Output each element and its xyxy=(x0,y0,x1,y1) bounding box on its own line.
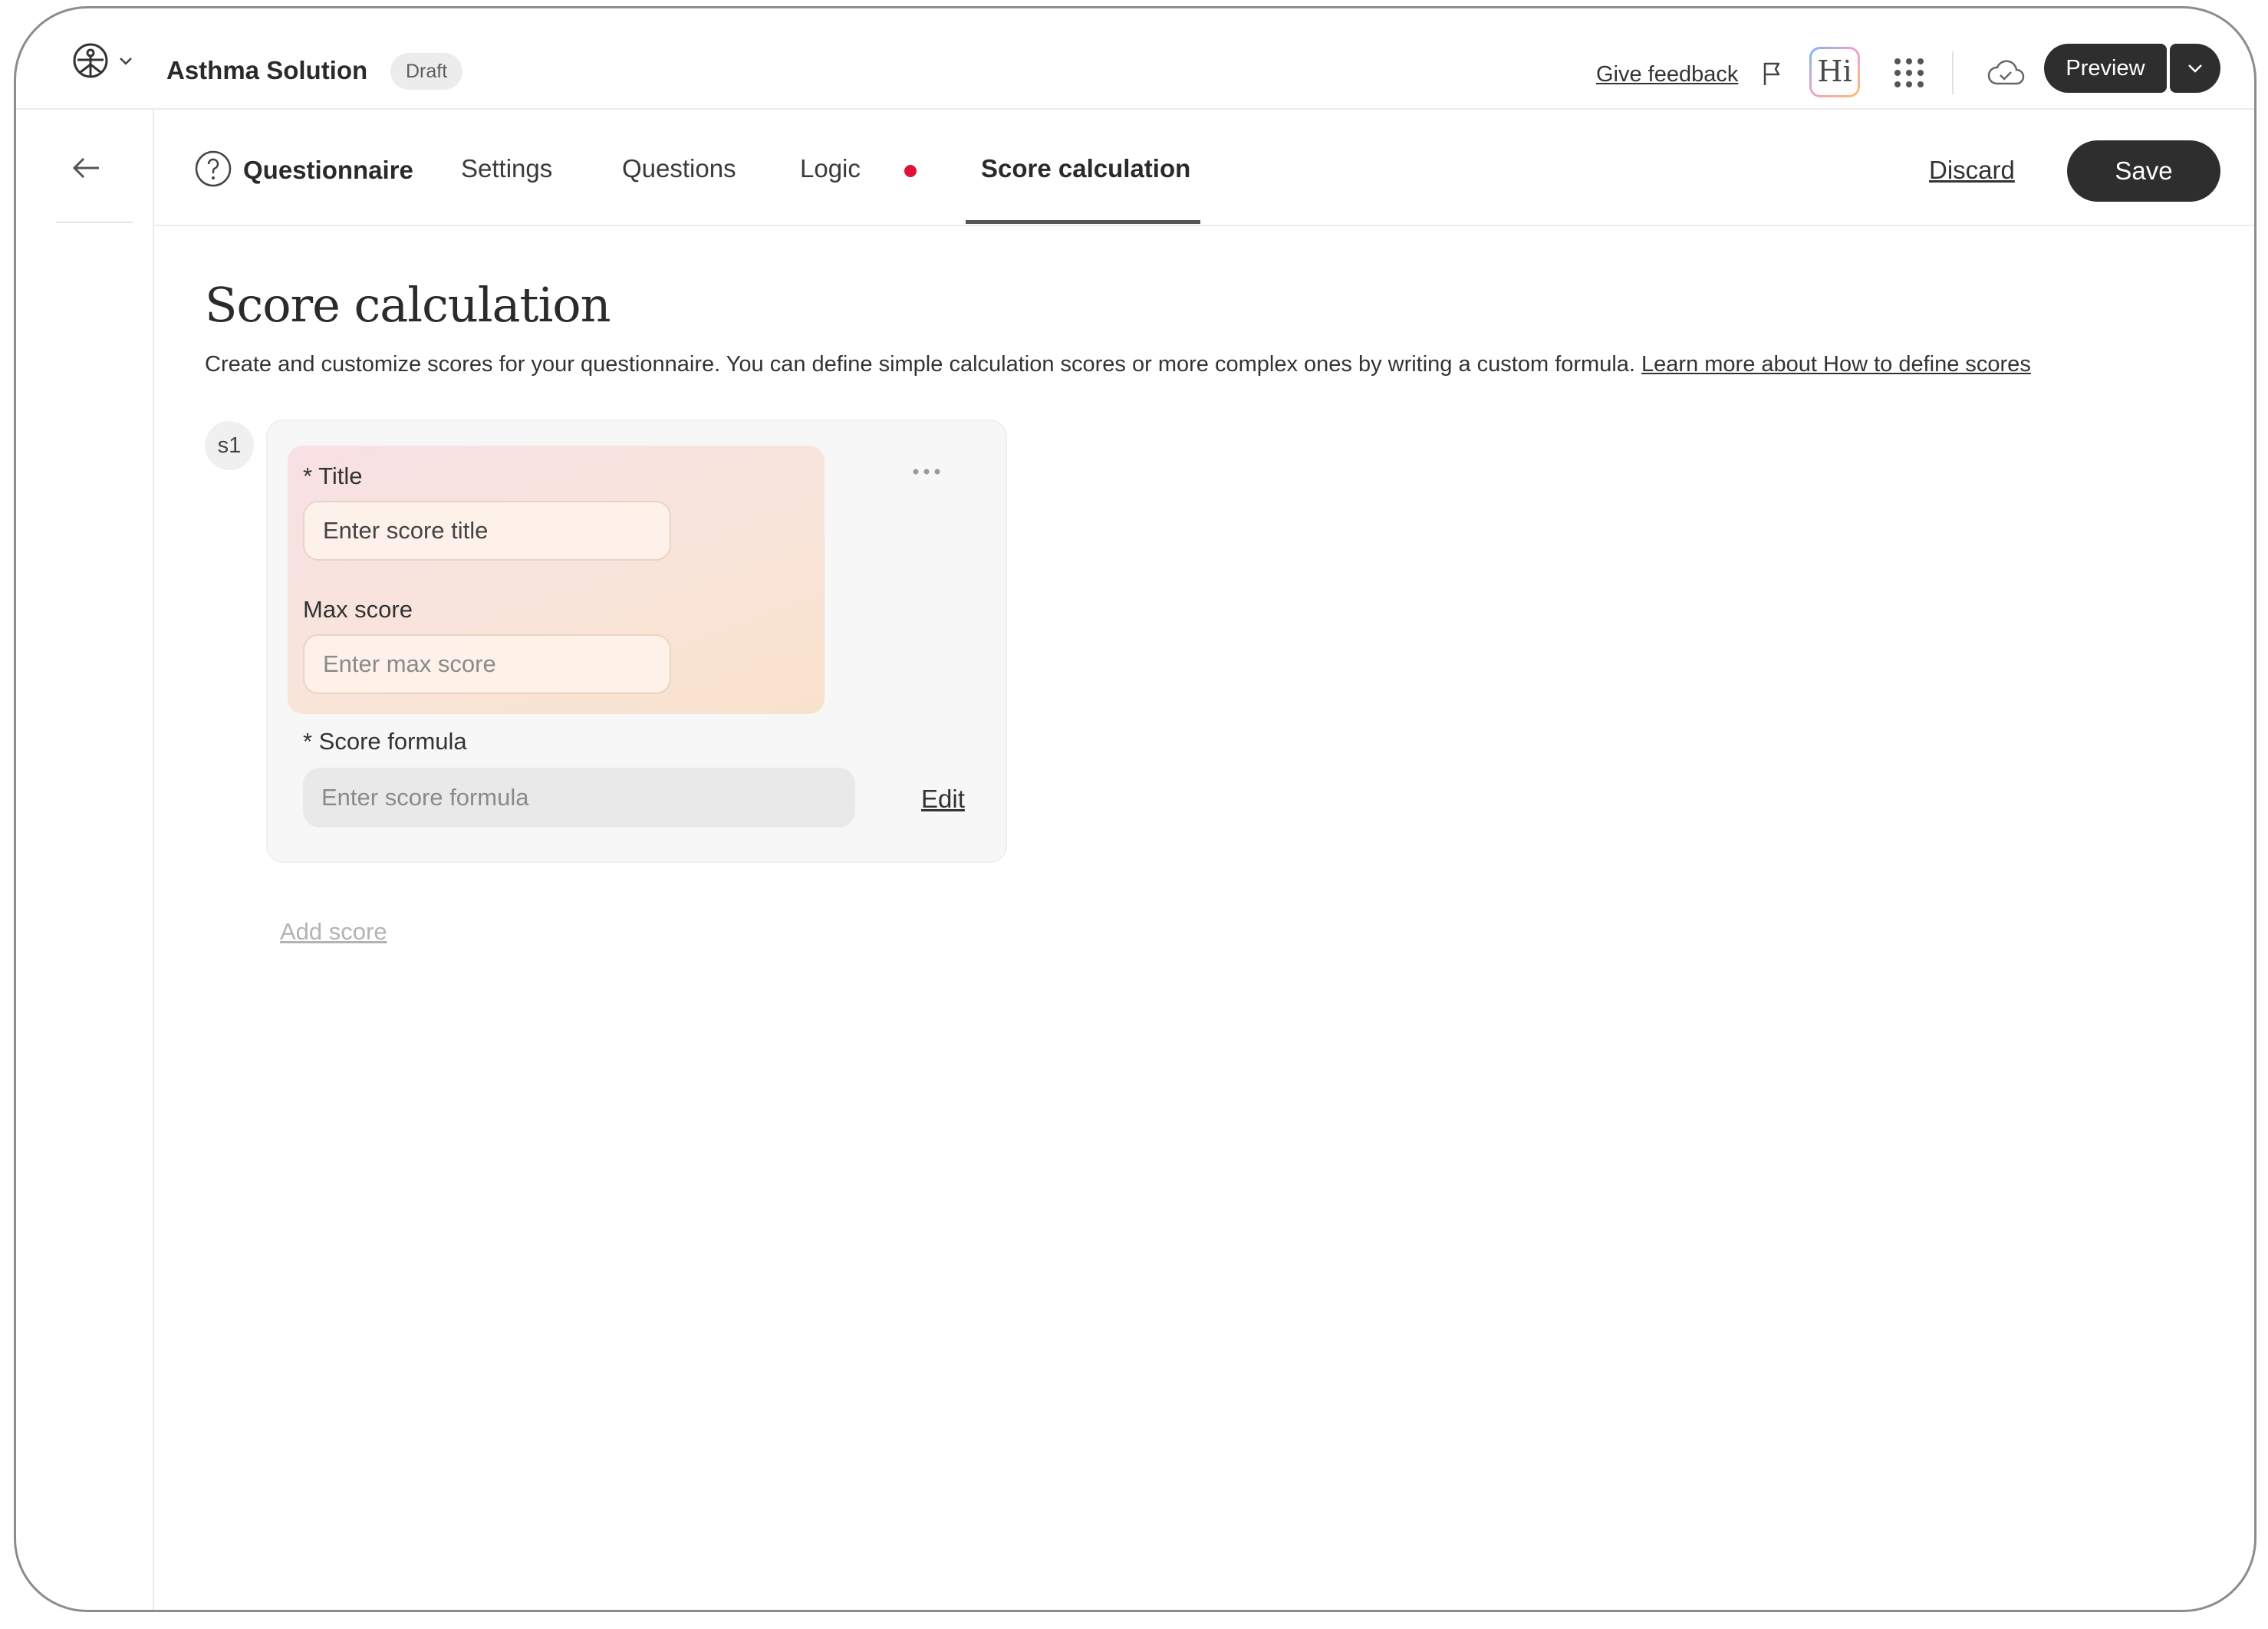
editor-tabs: Questionnaire Settings Questions Logic S… xyxy=(154,110,2254,226)
tab-logic[interactable]: Logic xyxy=(800,154,861,183)
question-circle-icon xyxy=(195,150,232,187)
cloud-check-icon xyxy=(1987,60,2025,85)
left-sidebar xyxy=(16,110,154,1610)
app-window: Asthma Solution Draft Give feedback Hi P… xyxy=(14,6,2256,1612)
give-feedback-link[interactable]: Give feedback xyxy=(1596,62,1738,87)
score-id-badge: s1 xyxy=(205,421,254,470)
app-title: Asthma Solution xyxy=(166,56,368,84)
score-card: * Title Max score * Score formula Edit xyxy=(266,420,1007,863)
edit-formula-link[interactable]: Edit xyxy=(921,785,965,814)
hi-assistant-button[interactable]: Hi xyxy=(1809,47,1860,97)
active-tab-indicator xyxy=(966,220,1200,224)
more-horizontal-icon[interactable] xyxy=(912,467,941,476)
tab-score-calculation[interactable]: Score calculation xyxy=(981,154,1190,183)
chevron-down-icon xyxy=(2188,64,2202,73)
grid-icon[interactable] xyxy=(1892,56,1926,90)
save-button[interactable]: Save xyxy=(2067,140,2220,202)
hi-label: Hi xyxy=(1812,49,1858,95)
learn-more-link[interactable]: Learn more about How to define scores xyxy=(1641,352,2031,377)
tab-questionnaire[interactable]: Questionnaire xyxy=(243,156,413,185)
arrow-left-icon[interactable] xyxy=(70,151,104,185)
tab-settings[interactable]: Settings xyxy=(461,154,552,183)
description-text: Create and customize scores for your que… xyxy=(205,352,1635,377)
score-title-input[interactable] xyxy=(303,501,671,561)
preview-button[interactable]: Preview xyxy=(2044,44,2167,93)
score-formula-label: * Score formula xyxy=(303,728,467,755)
status-badge: Draft xyxy=(390,53,463,90)
title-label: * Title xyxy=(303,462,363,489)
page-description: Create and customize scores for your que… xyxy=(205,352,2031,377)
max-score-input[interactable] xyxy=(303,634,671,694)
flag-icon[interactable] xyxy=(1762,61,1785,87)
score-formula-input[interactable] xyxy=(303,768,855,828)
logo-icon xyxy=(73,43,108,78)
divider xyxy=(1952,51,1954,94)
top-bar: Asthma Solution Draft Give feedback Hi P… xyxy=(16,8,2254,110)
chevron-down-icon xyxy=(120,58,132,65)
discard-button[interactable]: Discard xyxy=(1929,156,2015,185)
add-score-link[interactable]: Add score xyxy=(280,918,387,946)
preview-dropdown-button[interactable] xyxy=(2170,44,2220,93)
divider xyxy=(56,222,133,223)
tab-questions[interactable]: Questions xyxy=(622,154,736,183)
logic-status-dot xyxy=(904,165,917,177)
logo-menu-button[interactable] xyxy=(71,39,134,82)
page-title: Score calculation xyxy=(205,277,611,333)
max-score-label: Max score xyxy=(303,596,413,623)
